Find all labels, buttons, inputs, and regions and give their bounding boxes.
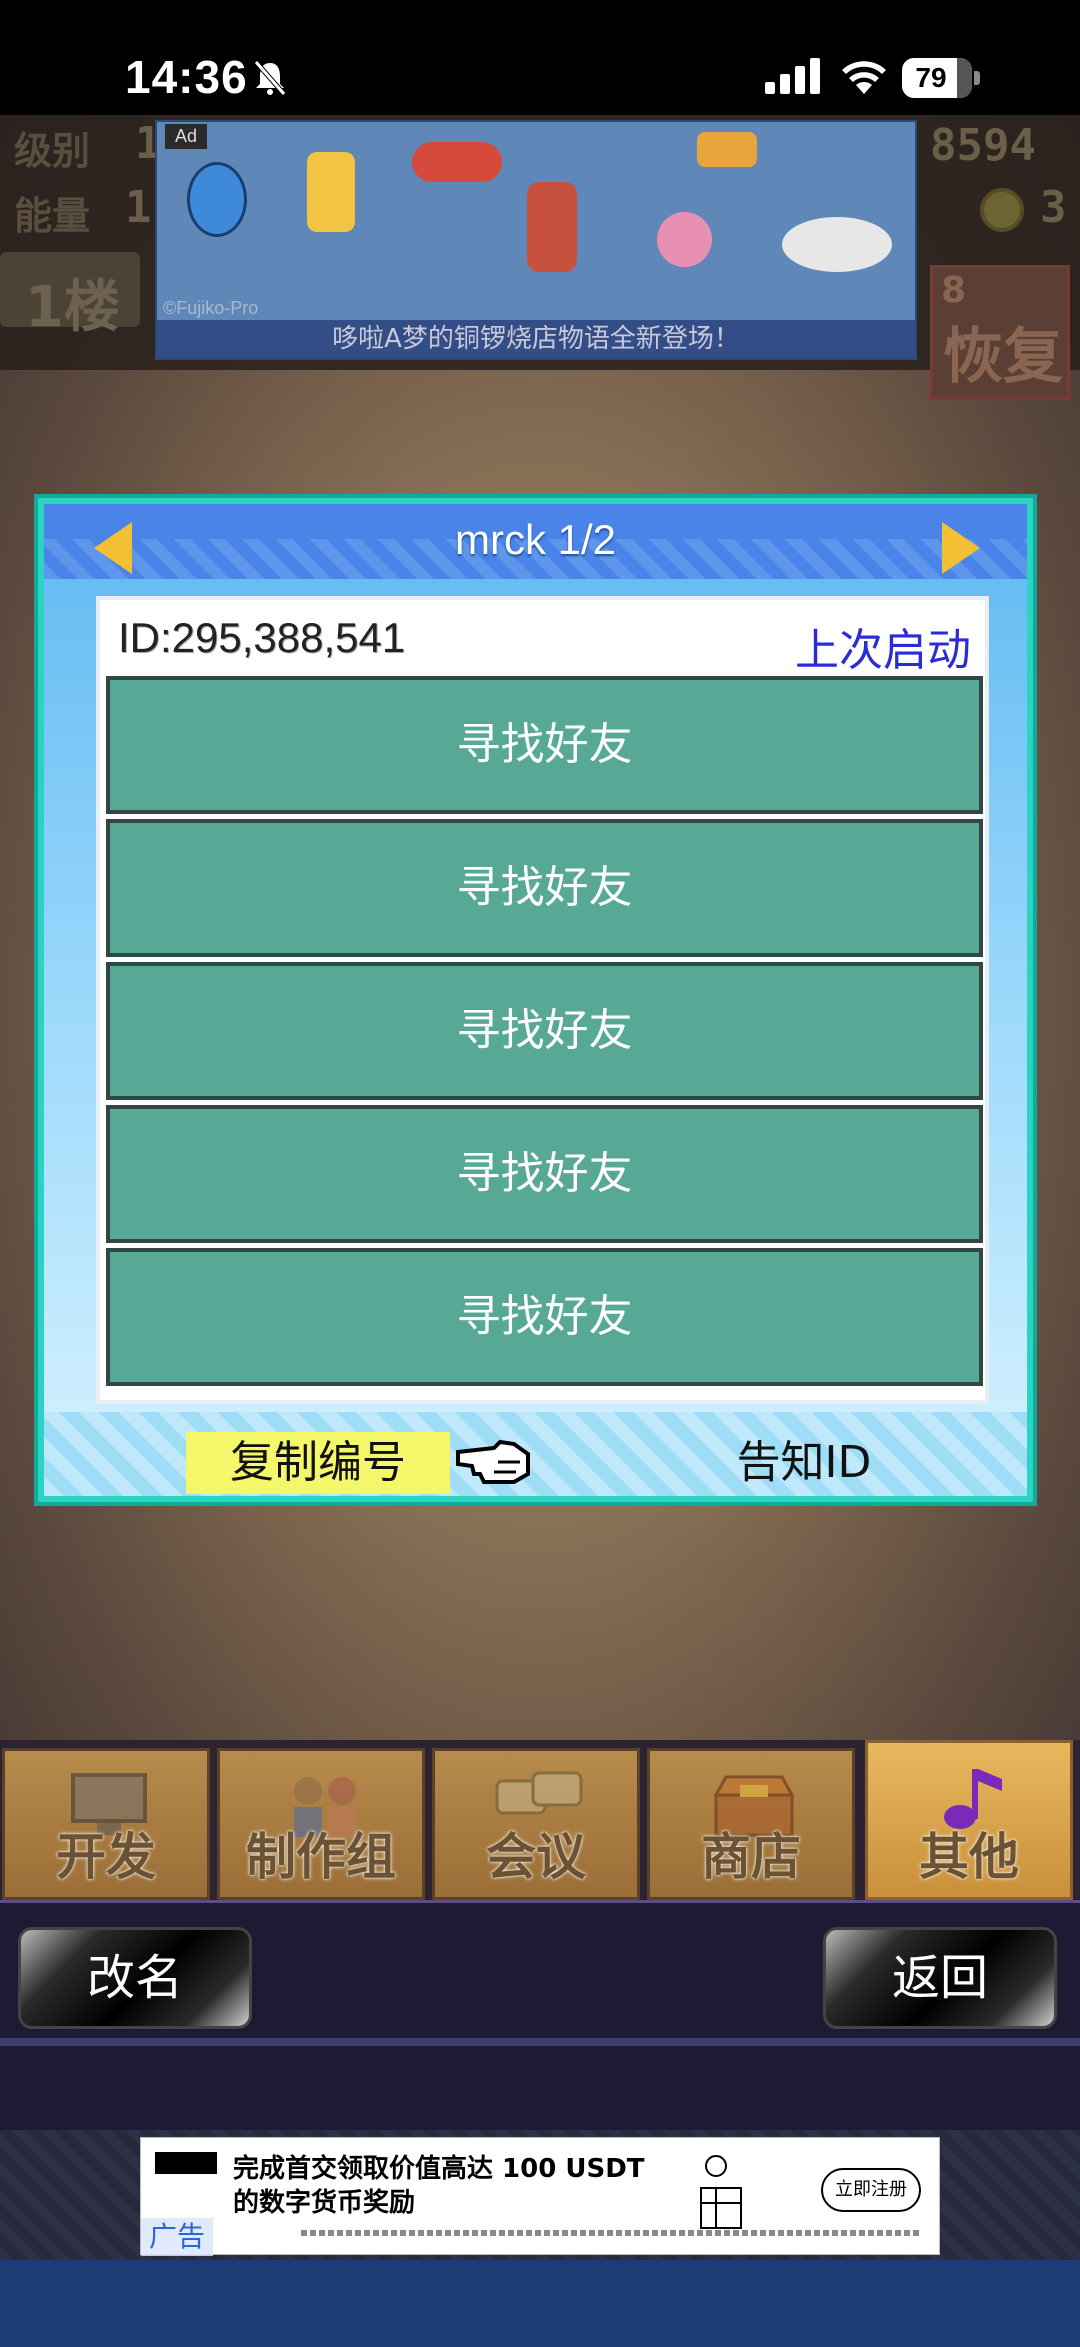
tab-other[interactable]: 其他	[865, 1740, 1073, 1900]
hud-floor-label: 1楼	[25, 275, 120, 340]
action-bar-divider	[0, 2038, 1080, 2046]
panel-title: mrck 1/2	[454, 516, 617, 563]
bottom-ad-banner[interactable]: 完成首交领取价值高达 100 USDT 的数字货币奖励 立即注册 广告	[140, 2137, 940, 2256]
hud-energy-label: 能量	[14, 194, 91, 238]
find-friend-slot-1[interactable]: 寻找好友	[106, 676, 983, 814]
tab-develop[interactable]: 开发	[2, 1748, 210, 1900]
battery-level: 79	[915, 62, 947, 93]
player-id: ID:295,388,541	[118, 614, 406, 661]
flying-character-sprite	[412, 142, 502, 182]
recover-button[interactable]: 8 恢复	[930, 265, 1070, 400]
notify-id-button[interactable]: 告知ID	[704, 1432, 904, 1494]
ad-subheadline: 的数字货币奖励	[233, 2188, 416, 2218]
ad-fine-print	[301, 2230, 921, 2236]
status-time: 14:36	[125, 51, 248, 103]
ufo-sprite	[782, 217, 892, 272]
ad-caption: 哆啦A梦的铜锣烧店物语全新登场！	[157, 320, 915, 358]
okx-logo-icon	[155, 2152, 217, 2174]
tab-team[interactable]: 制作组	[217, 1748, 425, 1900]
shizuka-sprite	[527, 182, 577, 272]
crypto-illustration-icon	[700, 2155, 742, 2229]
copy-id-button[interactable]: 复制编号	[186, 1432, 450, 1494]
action-bar: 改名 返回	[0, 1900, 1080, 2130]
panel-body: mrck 1/2 ID:295,388,541 上次启动 寻找好友 寻找好友 寻…	[44, 504, 1027, 1496]
cellular-signal-icon	[765, 58, 820, 94]
panel-header: mrck 1/2	[44, 504, 1027, 579]
hud-level-label: 级别	[14, 129, 91, 173]
nobita-sprite	[307, 152, 355, 232]
find-friend-slot-2[interactable]: 寻找好友	[106, 819, 983, 957]
friend-list: ID:295,388,541 上次启动 寻找好友 寻找好友 寻找好友 寻找好友 …	[96, 596, 989, 1404]
wifi-icon	[842, 61, 886, 94]
ad-label: 广告	[141, 2218, 214, 2256]
recover-label: 恢复	[943, 322, 1063, 392]
battery-tip	[974, 71, 980, 85]
doraemon-sprite	[187, 162, 247, 237]
recover-count: 8	[941, 270, 967, 311]
bottom-bar	[0, 2260, 1080, 2347]
bell-muted-icon	[254, 60, 286, 96]
tab-meeting[interactable]: 会议	[432, 1748, 640, 1900]
next-page-arrow-icon[interactable]	[942, 522, 980, 574]
back-button[interactable]: 返回	[823, 1927, 1057, 2029]
hud-energy-value: 1	[125, 182, 152, 233]
ad-register-button[interactable]: 立即注册	[821, 2168, 921, 2212]
tab-meeting-label: 会议	[486, 1828, 586, 1886]
ad-copyright: ©Fujiko-Pro	[163, 298, 259, 318]
status-bar: 14:36 79	[0, 0, 1080, 115]
top-ad-banner[interactable]: Ad ©Fujiko-Pro 哆啦A梦的铜锣烧店物语全新登场！	[155, 120, 917, 360]
find-friend-slot-3[interactable]: 寻找好友	[106, 962, 983, 1100]
find-friend-slot-5[interactable]: 寻找好友	[106, 1248, 983, 1386]
bottom-tab-bar: 开发 制作组 会议 商店 其他	[0, 1740, 1080, 1900]
hud-money: 8594	[930, 120, 1036, 171]
dog-sprite	[697, 132, 757, 167]
rename-button[interactable]: 改名	[18, 1927, 252, 2029]
tab-develop-label: 开发	[56, 1828, 156, 1886]
pointing-hand-icon	[456, 1439, 530, 1484]
friend-panel: mrck 1/2 ID:295,388,541 上次启动 寻找好友 寻找好友 寻…	[34, 494, 1037, 1506]
battery-indicator: 79	[902, 58, 982, 98]
ad-headline: 完成首交领取价值高达 100 USDT	[233, 2154, 645, 2184]
balloon-character-sprite	[657, 212, 712, 267]
ad-badge: Ad	[165, 124, 208, 149]
tab-shop-label: 商店	[701, 1828, 801, 1886]
coin-icon	[980, 188, 1024, 232]
find-friend-slot-4[interactable]: 寻找好友	[106, 1105, 983, 1243]
hud-coins: 3	[1040, 182, 1067, 233]
tab-other-label: 其他	[919, 1828, 1019, 1886]
last-launch-label: 上次启动	[795, 625, 971, 676]
tab-shop[interactable]: 商店	[647, 1748, 855, 1900]
tab-team-label: 制作组	[246, 1828, 396, 1886]
